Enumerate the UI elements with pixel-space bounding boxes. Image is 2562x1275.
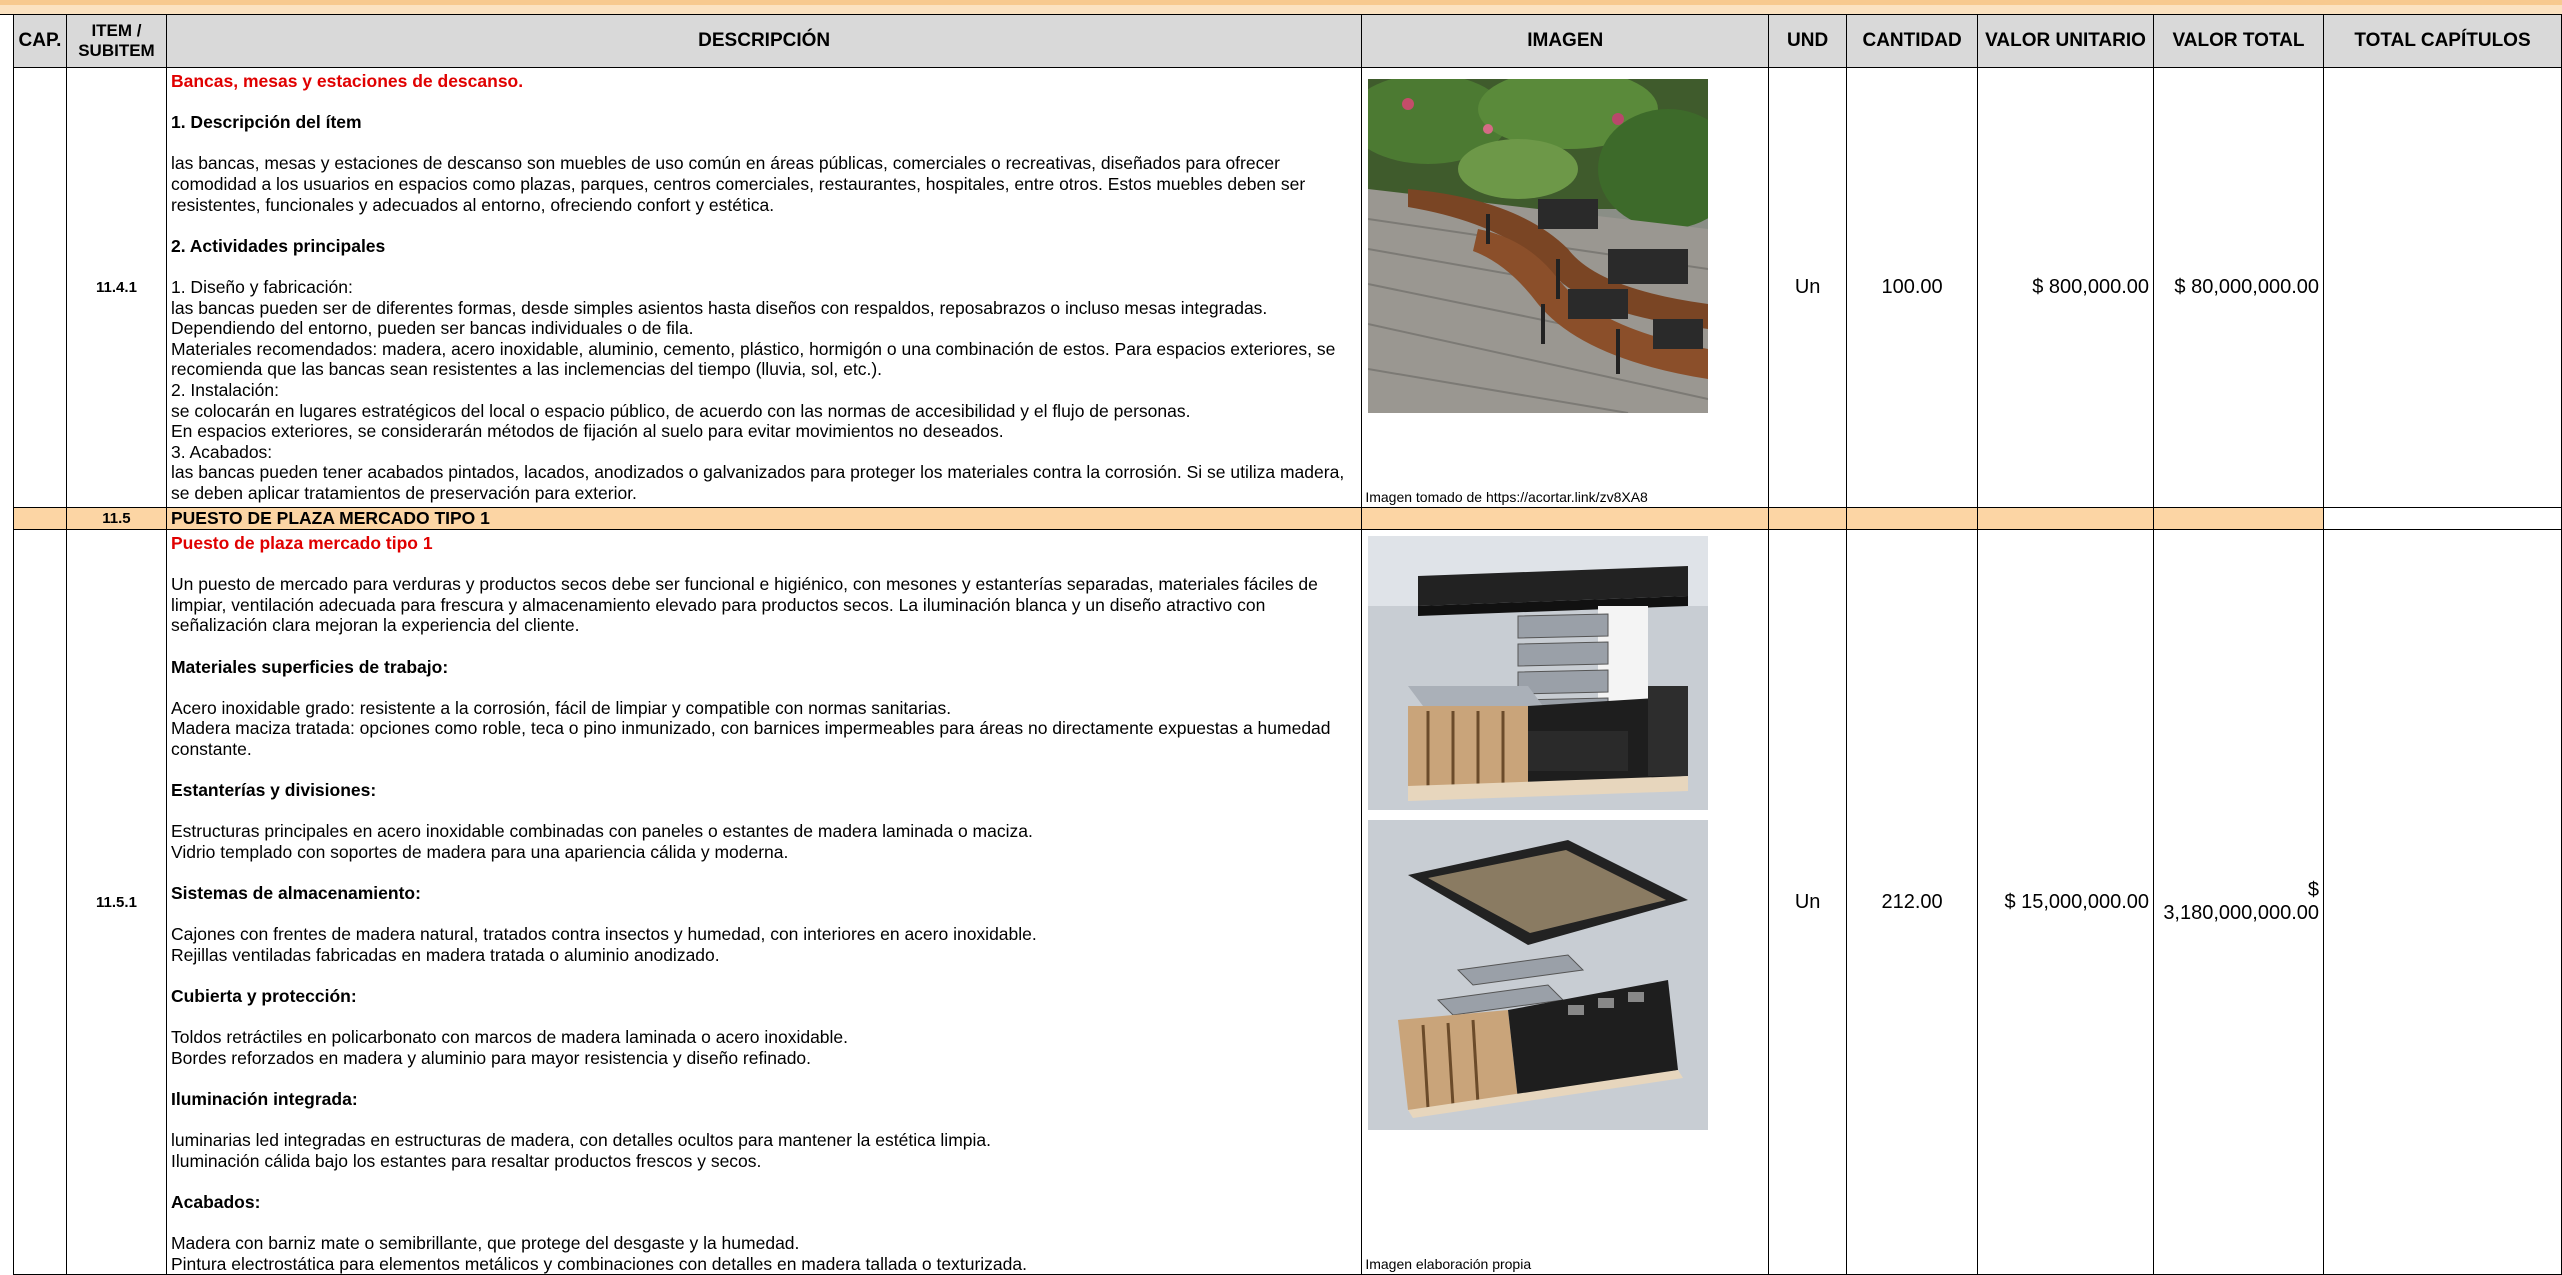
- text-line: luminarias led integradas en estructuras…: [170, 1130, 991, 1151]
- cell-cap[interactable]: [13, 67, 67, 508]
- cell-image[interactable]: Imagen elaboración propia: [1361, 528, 1770, 1275]
- cell-valor-total[interactable]: $ 3,180,000,000.00: [2153, 528, 2325, 1275]
- cell-item-code[interactable]: 11.5.1: [65, 528, 167, 1275]
- cell-description[interactable]: Puesto de plaza mercado tipo 1 Un puesto…: [165, 528, 1363, 1275]
- section-heading: Iluminación integrada:: [170, 1089, 358, 1110]
- paragraph: Un puesto de mercado para verduras y pro…: [170, 574, 1318, 636]
- market-stall-render-2[interactable]: [1368, 820, 1709, 1130]
- cell-valor-unitario[interactable]: $ 15,000,000.00: [1977, 528, 2155, 1275]
- text-line: las bancas pueden tener acabados pintado…: [170, 462, 1345, 503]
- cell-cantidad[interactable]: 100.00: [1846, 67, 1979, 508]
- cell-valor-unitario[interactable]: [1977, 507, 2155, 530]
- cell-description[interactable]: Bancas, mesas y estaciones de descanso. …: [165, 67, 1363, 508]
- col-header-cantidad[interactable]: CANTIDAD: [1846, 14, 1979, 68]
- section-code[interactable]: 11.5: [65, 507, 167, 530]
- cell-cap[interactable]: [13, 507, 67, 530]
- section-heading: Acabados:: [170, 1192, 261, 1212]
- cell-und[interactable]: [1768, 507, 1848, 530]
- paragraph: las bancas, mesas y estaciones de descan…: [170, 153, 1306, 215]
- section-heading: Materiales superficies de trabajo:: [170, 656, 449, 677]
- col-header-valor-total[interactable]: VALOR TOTAL: [2153, 14, 2325, 68]
- text-line: En espacios exteriores, se considerarán …: [170, 421, 1004, 442]
- text-line: Toldos retráctiles en policarbonato con …: [170, 1027, 849, 1048]
- col-header-und[interactable]: UND: [1768, 14, 1848, 68]
- cell-total-capitulos[interactable]: [2323, 528, 2562, 1275]
- table-row-11-4-1: 11.4.1 Bancas, mesas y estaciones de des…: [13, 67, 2562, 508]
- cell-valor-total[interactable]: $ 80,000,000.00: [2153, 67, 2325, 508]
- cell-item-code[interactable]: 11.4.1: [65, 67, 167, 508]
- cell-total-capitulos[interactable]: [2323, 507, 2562, 530]
- text-line: Estructuras principales en acero inoxida…: [170, 821, 1033, 842]
- budget-table: CAP. ITEM / SUBITEM DESCRIPCIÓN IMAGEN U…: [13, 14, 2562, 1275]
- text-line: 1. Diseño y fabricación:: [170, 276, 353, 297]
- col-header-descripcion[interactable]: DESCRIPCIÓN: [165, 14, 1363, 68]
- section-heading: 2. Actividades principales: [170, 235, 386, 256]
- section-row-11-5: 11.5 PUESTO DE PLAZA MERCADO TIPO 1: [13, 507, 2562, 530]
- text-line: Cajones con frentes de madera natural, t…: [170, 924, 1037, 945]
- col-header-total-capitulos[interactable]: TOTAL CAPÍTULOS: [2323, 14, 2562, 68]
- text-line: 3. Acabados:: [170, 441, 273, 462]
- cell-total-capitulos[interactable]: [2323, 67, 2562, 508]
- col-header-item-line2: SUBITEM: [78, 41, 155, 60]
- section-heading: Estanterías y divisiones:: [170, 780, 377, 801]
- cell-valor-total[interactable]: [2153, 507, 2325, 530]
- col-header-item[interactable]: ITEM / SUBITEM: [65, 14, 167, 68]
- cell-cap[interactable]: [13, 528, 67, 1275]
- section-title[interactable]: PUESTO DE PLAZA MERCADO TIPO 1: [165, 507, 1363, 530]
- cell-cantidad[interactable]: 212.00: [1846, 528, 1979, 1275]
- section-heading: 1. Descripción del ítem: [170, 112, 362, 133]
- item-title: Bancas, mesas y estaciones de descanso.: [170, 71, 524, 91]
- col-header-item-line1: ITEM /: [91, 21, 142, 40]
- image-caption: Imagen elaboración propia: [1365, 1256, 1532, 1273]
- cell-image[interactable]: [1361, 507, 1770, 530]
- image-caption: Imagen tomado de https://acortar.link/zv…: [1365, 489, 1648, 505]
- item-title: Puesto de plaza mercado tipo 1: [170, 533, 433, 553]
- col-header-imagen[interactable]: IMAGEN: [1361, 14, 1770, 68]
- cell-valor-unitario[interactable]: $ 800,000.00: [1977, 67, 2155, 508]
- bench-photo[interactable]: [1368, 79, 1709, 413]
- col-header-cap[interactable]: CAP.: [13, 14, 67, 68]
- text-line: las bancas pueden ser de diferentes form…: [170, 297, 1268, 339]
- col-header-valor-unitario[interactable]: VALOR UNITARIO: [1977, 14, 2155, 68]
- table-row-11-5-1: 11.5.1 Puesto de plaza mercado tipo 1 Un…: [13, 528, 2562, 1275]
- text-line: Madera maciza tratada: opciones como rob…: [170, 718, 1331, 759]
- market-stall-render-1[interactable]: [1368, 536, 1709, 810]
- text-line: Materiales recomendados: madera, acero i…: [170, 338, 1336, 380]
- top-band-accent: [0, 0, 2562, 5]
- text-line: 2. Instalación:: [170, 379, 279, 400]
- cell-image[interactable]: Imagen tomado de https://acortar.link/zv…: [1361, 67, 1770, 508]
- text-line: Madera con barniz mate o semibrillante, …: [170, 1233, 800, 1254]
- text-line: Rejillas ventiladas fabricadas en madera…: [170, 944, 720, 965]
- text-line: Iluminación cálida bajo los estantes par…: [170, 1150, 762, 1171]
- text-line: Bordes reforzados en madera y aluminio p…: [170, 1047, 812, 1068]
- text-line: se colocarán en lugares estratégicos del…: [170, 400, 1191, 421]
- text-line: Vidrio templado con soportes de madera p…: [170, 841, 789, 862]
- cell-und[interactable]: Un: [1768, 67, 1848, 508]
- section-heading: Cubierta y protección:: [170, 986, 357, 1007]
- header-row: CAP. ITEM / SUBITEM DESCRIPCIÓN IMAGEN U…: [13, 14, 2562, 68]
- text-line: Acero inoxidable grado: resistente a la …: [170, 697, 952, 718]
- cell-cantidad[interactable]: [1846, 507, 1979, 530]
- section-heading: Sistemas de almacenamiento:: [170, 883, 421, 904]
- text-line: Pintura electrostática para elementos me…: [170, 1253, 1027, 1274]
- cell-und[interactable]: Un: [1768, 528, 1848, 1275]
